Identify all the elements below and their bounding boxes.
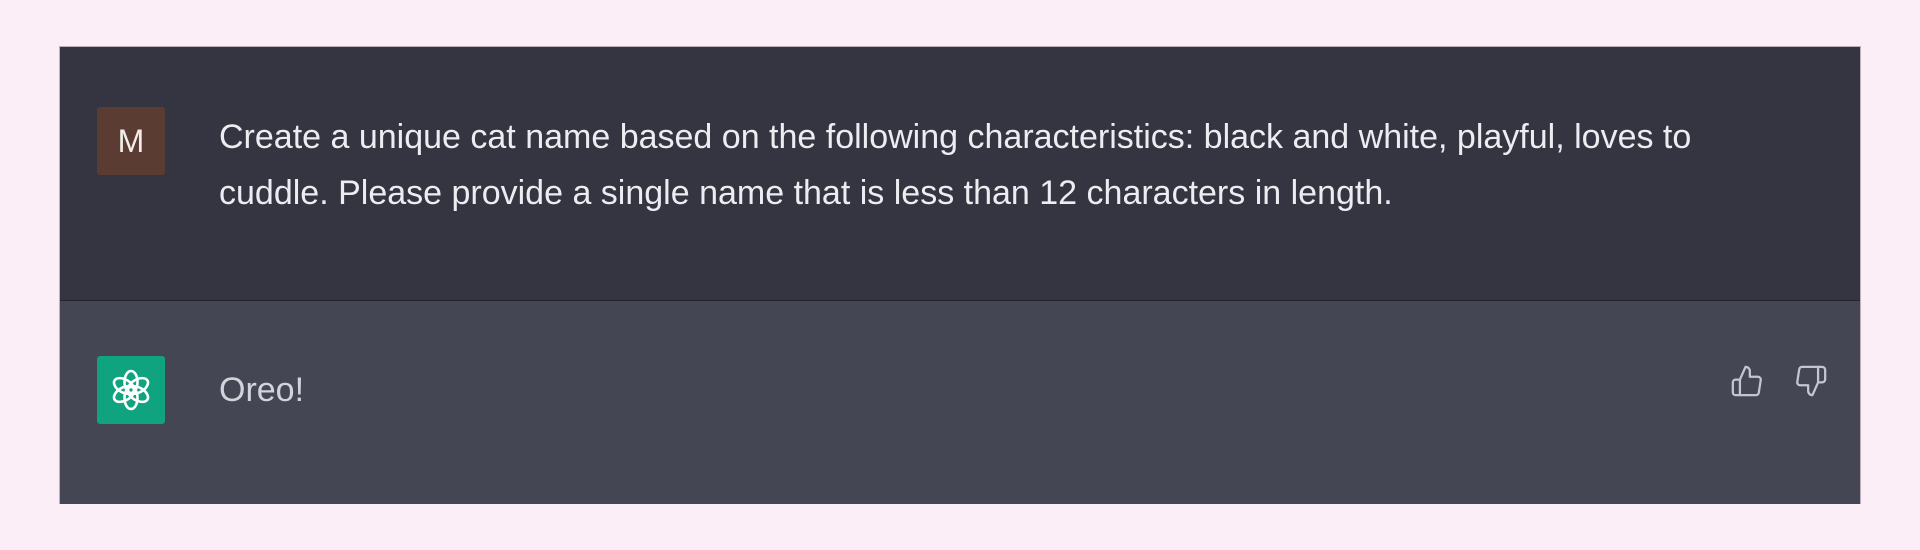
user-avatar: M — [97, 107, 165, 175]
user-avatar-initial: M — [117, 122, 145, 159]
chat-window: M Create a unique cat name based on the … — [60, 47, 1860, 504]
openai-logo-icon — [112, 369, 150, 411]
assistant-message-text: Oreo! — [219, 371, 305, 409]
thumbs-down-button[interactable] — [1793, 363, 1829, 399]
user-message-text: Create a unique cat name based on the fo… — [219, 118, 1692, 212]
feedback-buttons — [1729, 363, 1829, 399]
assistant-message: Oreo! — [60, 300, 1860, 504]
thumbs-down-icon — [1796, 365, 1827, 397]
assistant-avatar — [97, 356, 165, 424]
thumbs-up-button[interactable] — [1729, 363, 1765, 399]
user-message: M Create a unique cat name based on the … — [60, 47, 1860, 300]
thumbs-up-icon — [1731, 365, 1762, 397]
